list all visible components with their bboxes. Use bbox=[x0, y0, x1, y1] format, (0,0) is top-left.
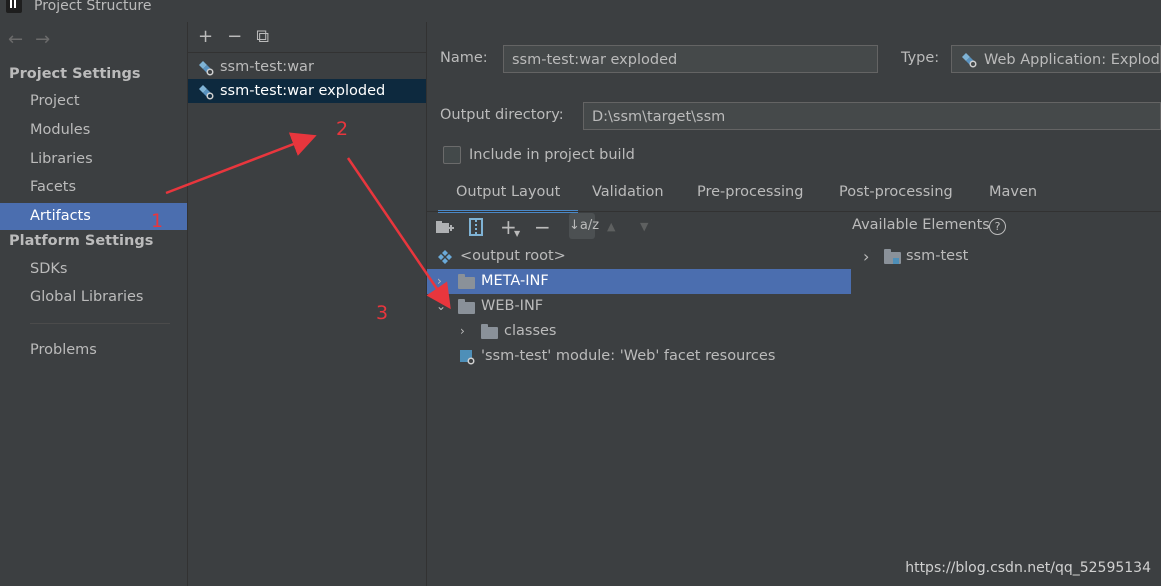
chevron-right-icon: › bbox=[437, 274, 442, 288]
copy-artifact-button[interactable]: ⧉ bbox=[256, 26, 269, 47]
sidebar-item-problems[interactable]: Problems bbox=[0, 337, 187, 364]
sidebar-item-project[interactable]: Project bbox=[0, 88, 187, 115]
window-title: Project Structure bbox=[34, 0, 152, 14]
web-artifact-icon bbox=[962, 53, 977, 68]
artifacts-list-panel: + − ⧉ bbox=[188, 22, 427, 586]
add-artifact-button[interactable]: + bbox=[198, 26, 213, 47]
tab-pre-processing[interactable]: Pre-processing bbox=[697, 184, 803, 210]
history-nav: ←→ bbox=[8, 29, 62, 50]
tree-node-output-root[interactable]: <output root> bbox=[427, 244, 851, 269]
new-folder-icon[interactable] bbox=[436, 219, 454, 235]
pane-splitter[interactable] bbox=[851, 212, 852, 586]
sidebar-item-modules[interactable]: Modules bbox=[0, 117, 187, 144]
folder-icon bbox=[458, 274, 475, 289]
annotation-number-3: 3 bbox=[376, 302, 389, 324]
move-down-icon[interactable]: ▼ bbox=[640, 220, 648, 233]
title-bar: Project Structure bbox=[0, 0, 1161, 22]
name-label: Name: bbox=[440, 50, 488, 66]
sidebar-item-libraries[interactable]: Libraries bbox=[0, 146, 187, 173]
type-label: Type: bbox=[901, 50, 940, 66]
platform-settings-header: Platform Settings bbox=[9, 233, 154, 249]
include-in-build-checkbox[interactable] bbox=[443, 146, 461, 164]
tree-label: 'ssm-test' module: 'Web' facet resources bbox=[481, 348, 776, 364]
web-artifact-icon bbox=[199, 61, 214, 76]
back-arrow-icon[interactable]: ← bbox=[8, 29, 35, 50]
chevron-down-icon: ▼ bbox=[514, 229, 521, 238]
tree-label: META-INF bbox=[481, 273, 549, 289]
sidebar-item-sdks[interactable]: SDKs bbox=[0, 256, 187, 283]
archive-icon[interactable] bbox=[469, 218, 483, 236]
artifact-item-war-exploded[interactable]: ssm-test:war exploded bbox=[188, 79, 426, 103]
available-item-ssm-test[interactable]: › ssm-test bbox=[860, 244, 1060, 269]
chevron-down-icon: ⌄ bbox=[436, 299, 447, 313]
remove-artifact-button[interactable]: − bbox=[227, 26, 242, 47]
sidebar-item-facets[interactable]: Facets bbox=[0, 174, 187, 201]
type-value: Web Application: Exploded bbox=[984, 52, 1161, 68]
artifact-label: ssm-test:war bbox=[220, 59, 314, 75]
artifact-item-war[interactable]: ssm-test:war bbox=[188, 55, 426, 79]
artifacts-toolbar-divider bbox=[188, 52, 426, 53]
web-facet-icon bbox=[460, 350, 475, 365]
tab-post-processing[interactable]: Post-processing bbox=[839, 184, 953, 210]
folder-icon bbox=[481, 324, 498, 339]
sort-alphabetically-button[interactable]: ↓a/z bbox=[569, 213, 599, 239]
move-up-icon[interactable]: ▲ bbox=[607, 220, 615, 233]
sidebar-item-global-libraries[interactable]: Global Libraries bbox=[0, 284, 187, 311]
annotation-number-1: 1 bbox=[151, 210, 164, 232]
tab-maven[interactable]: Maven bbox=[989, 184, 1037, 210]
tree-label: classes bbox=[504, 323, 557, 339]
tab-output-layout[interactable]: Output Layout bbox=[438, 184, 579, 213]
output-directory-field[interactable]: D:\ssm\target\ssm bbox=[583, 102, 1161, 130]
tree-label: WEB-INF bbox=[481, 298, 544, 314]
artifact-label: ssm-test:war exploded bbox=[220, 83, 386, 99]
remove-element-button[interactable]: − bbox=[534, 215, 551, 239]
chevron-right-icon: › bbox=[460, 324, 465, 338]
folder-icon bbox=[458, 299, 475, 314]
output-directory-label: Output directory: bbox=[440, 107, 564, 123]
tree-node-facet-resources[interactable]: 'ssm-test' module: 'Web' facet resources bbox=[427, 344, 851, 369]
include-in-build-label[interactable]: Include in project build bbox=[469, 147, 635, 163]
module-badge-icon bbox=[893, 258, 899, 264]
tabs-divider bbox=[427, 211, 1161, 212]
artifacts-toolbar: + − ⧉ bbox=[198, 26, 283, 47]
available-item-label: ssm-test bbox=[906, 248, 969, 264]
available-elements-title: Available Elements bbox=[852, 217, 990, 233]
tab-validation[interactable]: Validation bbox=[592, 184, 664, 210]
tree-label: <output root> bbox=[460, 248, 566, 264]
intellij-app-icon bbox=[6, 0, 22, 13]
output-root-icon bbox=[438, 250, 452, 264]
chevron-right-icon: › bbox=[863, 247, 870, 266]
forward-arrow-icon[interactable]: → bbox=[35, 29, 62, 50]
watermark: https://blog.csdn.net/qq_52595134 bbox=[905, 560, 1151, 576]
help-icon[interactable]: ? bbox=[989, 218, 1006, 235]
project-settings-header: Project Settings bbox=[9, 66, 141, 82]
type-select[interactable]: Web Application: Exploded bbox=[951, 45, 1161, 73]
web-artifact-icon bbox=[199, 85, 214, 100]
tree-node-classes[interactable]: › classes bbox=[427, 319, 851, 344]
tree-node-meta-inf[interactable]: › META-INF bbox=[427, 269, 851, 294]
sidebar-divider bbox=[30, 323, 170, 324]
name-field[interactable]: ssm-test:war exploded bbox=[503, 45, 878, 73]
annotation-number-2: 2 bbox=[336, 118, 349, 140]
tree-node-web-inf[interactable]: ⌄ WEB-INF bbox=[427, 294, 851, 319]
